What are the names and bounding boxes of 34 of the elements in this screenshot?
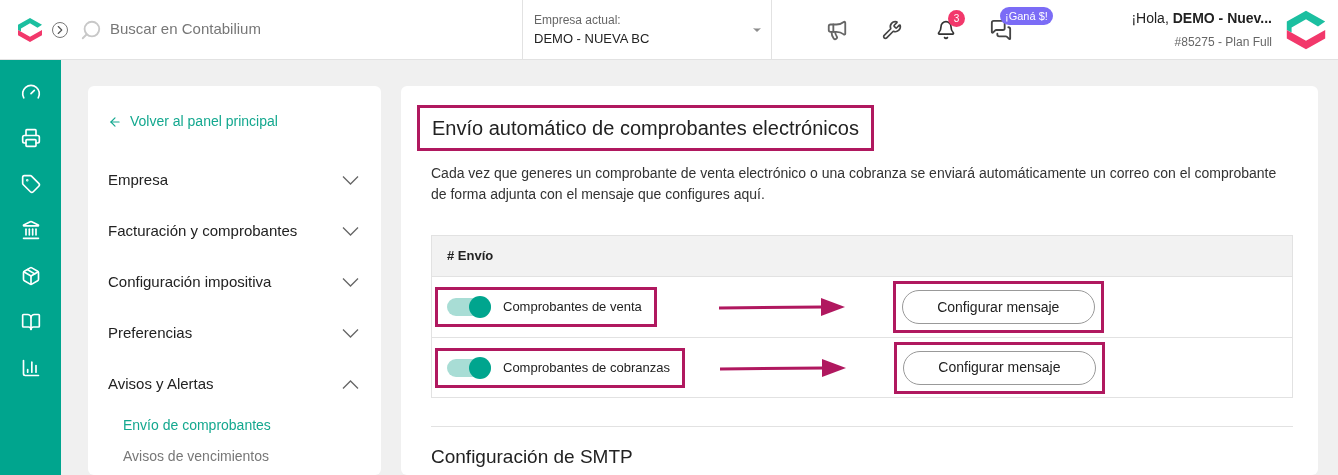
section-heading: Configuración de SMTP	[431, 445, 634, 469]
search-field[interactable]: Buscar en Contabilium	[110, 18, 520, 41]
tag-icon[interactable]	[20, 174, 41, 194]
configure-message-button[interactable]: Configurar mensaje	[902, 350, 1096, 385]
printer-icon[interactable]	[20, 128, 41, 148]
bank-icon[interactable]	[20, 220, 41, 240]
book-icon[interactable]	[20, 312, 41, 332]
menu-section[interactable]: Avisos y Alertas	[108, 359, 361, 410]
notification-count: 3	[948, 9, 965, 27]
plan-label: #85275 - Plan Full	[1174, 34, 1272, 51]
menu-subitem[interactable]: Avisos de vencimientos	[108, 441, 361, 472]
column-header: # Envío	[447, 247, 494, 266]
toggle-switch[interactable]	[447, 298, 491, 316]
toggle-switch[interactable]	[447, 358, 491, 377]
menu-section[interactable]: Preferencias	[108, 308, 361, 359]
page-title: Envío automático de comprobantes electrónicos	[432, 116, 859, 141]
menu-section[interactable]: Configuración impositiva	[108, 257, 361, 308]
row-label: Comprobantes de cobranzas	[503, 358, 670, 377]
menu-section[interactable]: Facturación y comprobantes	[108, 206, 361, 257]
megaphone-icon[interactable]	[826, 18, 848, 41]
gauge-icon[interactable]	[20, 82, 41, 102]
bar-chart-icon[interactable]	[20, 358, 41, 378]
search-icon	[80, 18, 102, 41]
promo-badge[interactable]: ¡Ganá $!	[1000, 6, 1053, 25]
notifications-icon[interactable]	[936, 19, 956, 40]
wrench-icon[interactable]	[882, 19, 902, 40]
configure-message-button[interactable]: Configurar mensaje	[901, 290, 1095, 324]
company-name[interactable]: DEMO - NUEVA BC	[534, 28, 751, 49]
row-label: Comprobantes de venta	[503, 298, 642, 317]
menu-section[interactable]: Empresa	[108, 155, 361, 206]
box-icon[interactable]	[20, 266, 41, 286]
description: Cada vez que generes un comprobante de venta electrónico o una cobranza se enviará automáticamente un correo con el comprobante de forma adjunta con el mensaje que configures aquí.	[431, 164, 1278, 204]
company-label: Empresa actual:	[534, 11, 622, 29]
greeting: ¡Hola, DEMO - Nuev...	[1131, 9, 1272, 28]
